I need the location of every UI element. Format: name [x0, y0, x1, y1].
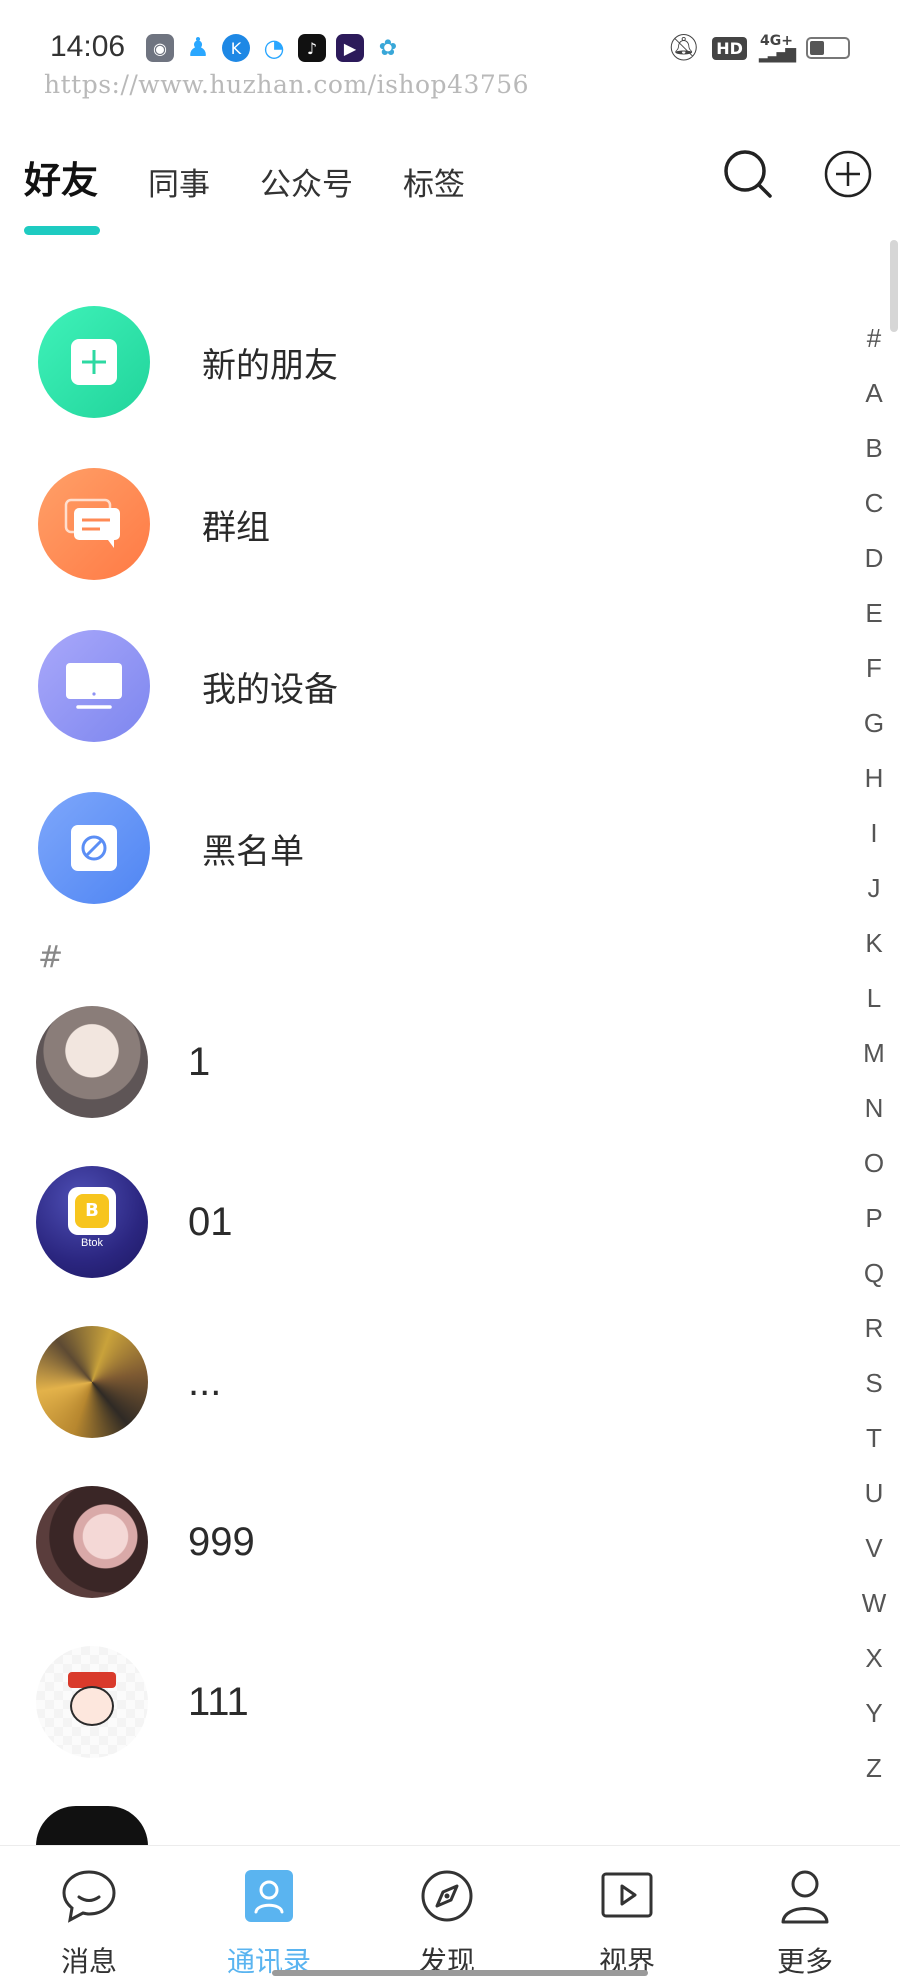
index-letter[interactable]: I [856, 813, 892, 868]
monitor-icon [38, 630, 150, 742]
contact-name: 999 [188, 1519, 255, 1564]
avatar: B Btok [36, 1166, 148, 1278]
hd-badge: HD [712, 36, 747, 60]
chat-bubble-icon [62, 1870, 116, 1923]
nav-label: 更多 [776, 1945, 833, 1978]
alphabet-index[interactable]: # A B C D E F G H I J K L M N O P Q R S T U V W X Y Z [856, 318, 892, 1803]
contact-name: 01 [188, 1199, 233, 1244]
home-indicator[interactable] [272, 1970, 648, 1976]
index-letter[interactable]: A [856, 373, 892, 428]
index-letter[interactable]: M [856, 1033, 892, 1088]
avatar [36, 1326, 148, 1438]
browser-app-icon: ◔ [260, 34, 288, 62]
avatar-badge: Btok [80, 1237, 103, 1249]
my-devices-row[interactable]: 我的设备 [38, 630, 678, 742]
index-letter[interactable]: V [856, 1528, 892, 1583]
tiktok-app-icon: ♪ [298, 34, 326, 62]
profile-icon [781, 1870, 829, 1924]
blacklist-row[interactable]: 黑名单 [38, 792, 678, 904]
index-letter[interactable]: T [856, 1418, 892, 1473]
index-letter[interactable]: R [856, 1308, 892, 1363]
video-app-icon: ▶ [336, 34, 364, 62]
index-letter[interactable]: D [856, 538, 892, 593]
index-letter[interactable]: J [856, 868, 892, 923]
active-tab-indicator [24, 226, 100, 235]
feature-label: 群组 [202, 507, 270, 548]
contact-tabs: 好友 同事 公众号 标签 [24, 150, 515, 204]
cloud-app-icon: ✿ [374, 34, 402, 62]
contact-row[interactable]: B Btok 01 [36, 1166, 676, 1278]
battery-icon [806, 37, 850, 59]
nav-discover[interactable]: 发现 [382, 1866, 512, 1980]
index-letter[interactable]: O [856, 1143, 892, 1198]
block-icon [38, 792, 150, 904]
index-letter[interactable]: Y [856, 1693, 892, 1748]
video-play-icon [601, 1872, 653, 1918]
mute-bell-icon: 🔕︎ [667, 33, 701, 63]
status-bar: 14:06 ◉ ♟ K ◔ ♪ ▶ ✿ 🔕︎ HD 4G+ ▂▃▅▇ https… [0, 0, 900, 100]
nav-vision[interactable]: 视界 [562, 1866, 692, 1980]
index-letter[interactable]: F [856, 648, 892, 703]
index-letter[interactable]: L [856, 978, 892, 1033]
avatar [36, 1646, 148, 1758]
index-letter[interactable]: X [856, 1638, 892, 1693]
contact-name: ... [188, 1359, 222, 1404]
index-letter[interactable]: P [856, 1198, 892, 1253]
tab-friends[interactable]: 好友 [24, 150, 98, 204]
contact-row[interactable]: 111 [36, 1646, 676, 1758]
tab-tags[interactable]: 标签 [403, 159, 465, 204]
feature-label: 新的朋友 [202, 345, 338, 386]
groups-row[interactable]: 群组 [38, 468, 678, 580]
new-friends-row[interactable]: 新的朋友 [38, 306, 678, 418]
contact-row[interactable]: 1 [36, 1006, 676, 1118]
notification-icons: ◉ ♟ K ◔ ♪ ▶ ✿ [146, 33, 402, 63]
index-letter[interactable]: U [856, 1473, 892, 1528]
index-letter[interactable]: # [856, 318, 892, 373]
qq-app-icon: ♟ [184, 33, 212, 63]
index-letter[interactable]: S [856, 1363, 892, 1418]
robot-app-icon: ◉ [146, 34, 174, 62]
bottom-navigation: 消息 通讯录 发现 视界 更多 [0, 1845, 900, 1980]
feature-label: 我的设备 [202, 669, 338, 710]
contact-row[interactable]: ... [36, 1326, 676, 1438]
index-letter[interactable]: N [856, 1088, 892, 1143]
signal-icon: 4G+ ▂▃▅▇ [758, 33, 796, 63]
watermark: https://www.huzhan.com/ishop43756 [44, 70, 530, 99]
contact-name: 111 [188, 1679, 249, 1724]
status-indicators: 🔕︎ HD 4G+ ▂▃▅▇ [667, 33, 850, 63]
section-header: # [38, 940, 64, 975]
index-letter[interactable]: B [856, 428, 892, 483]
feature-label: 黑名单 [202, 831, 304, 872]
add-friend-icon [38, 306, 150, 418]
compass-icon [421, 1870, 473, 1922]
tab-official-accounts[interactable]: 公众号 [260, 159, 353, 204]
index-letter[interactable]: H [856, 758, 892, 813]
index-letter[interactable]: Z [856, 1748, 892, 1803]
index-letter[interactable]: K [856, 923, 892, 978]
index-letter[interactable]: E [856, 593, 892, 648]
index-letter[interactable]: W [856, 1583, 892, 1638]
nav-label: 消息 [60, 1945, 117, 1978]
add-circle-icon[interactable] [822, 148, 874, 200]
index-letter[interactable]: Q [856, 1253, 892, 1308]
nav-messages[interactable]: 消息 [24, 1866, 154, 1980]
search-icon[interactable] [722, 148, 774, 200]
avatar [36, 1486, 148, 1598]
contact-row[interactable]: 999 [36, 1486, 676, 1598]
tab-colleagues[interactable]: 同事 [148, 159, 210, 204]
avatar [36, 1806, 148, 1846]
k-app-icon: K [222, 34, 250, 62]
group-chat-icon [38, 468, 150, 580]
index-letter[interactable]: C [856, 483, 892, 538]
nav-more[interactable]: 更多 [740, 1866, 870, 1980]
nav-contacts[interactable]: 通讯录 [204, 1866, 334, 1980]
avatar [36, 1006, 148, 1118]
contact-name: 1 [188, 1039, 211, 1084]
contacts-icon [245, 1870, 293, 1922]
status-time: 14:06 [50, 30, 126, 63]
index-letter[interactable]: G [856, 703, 892, 758]
